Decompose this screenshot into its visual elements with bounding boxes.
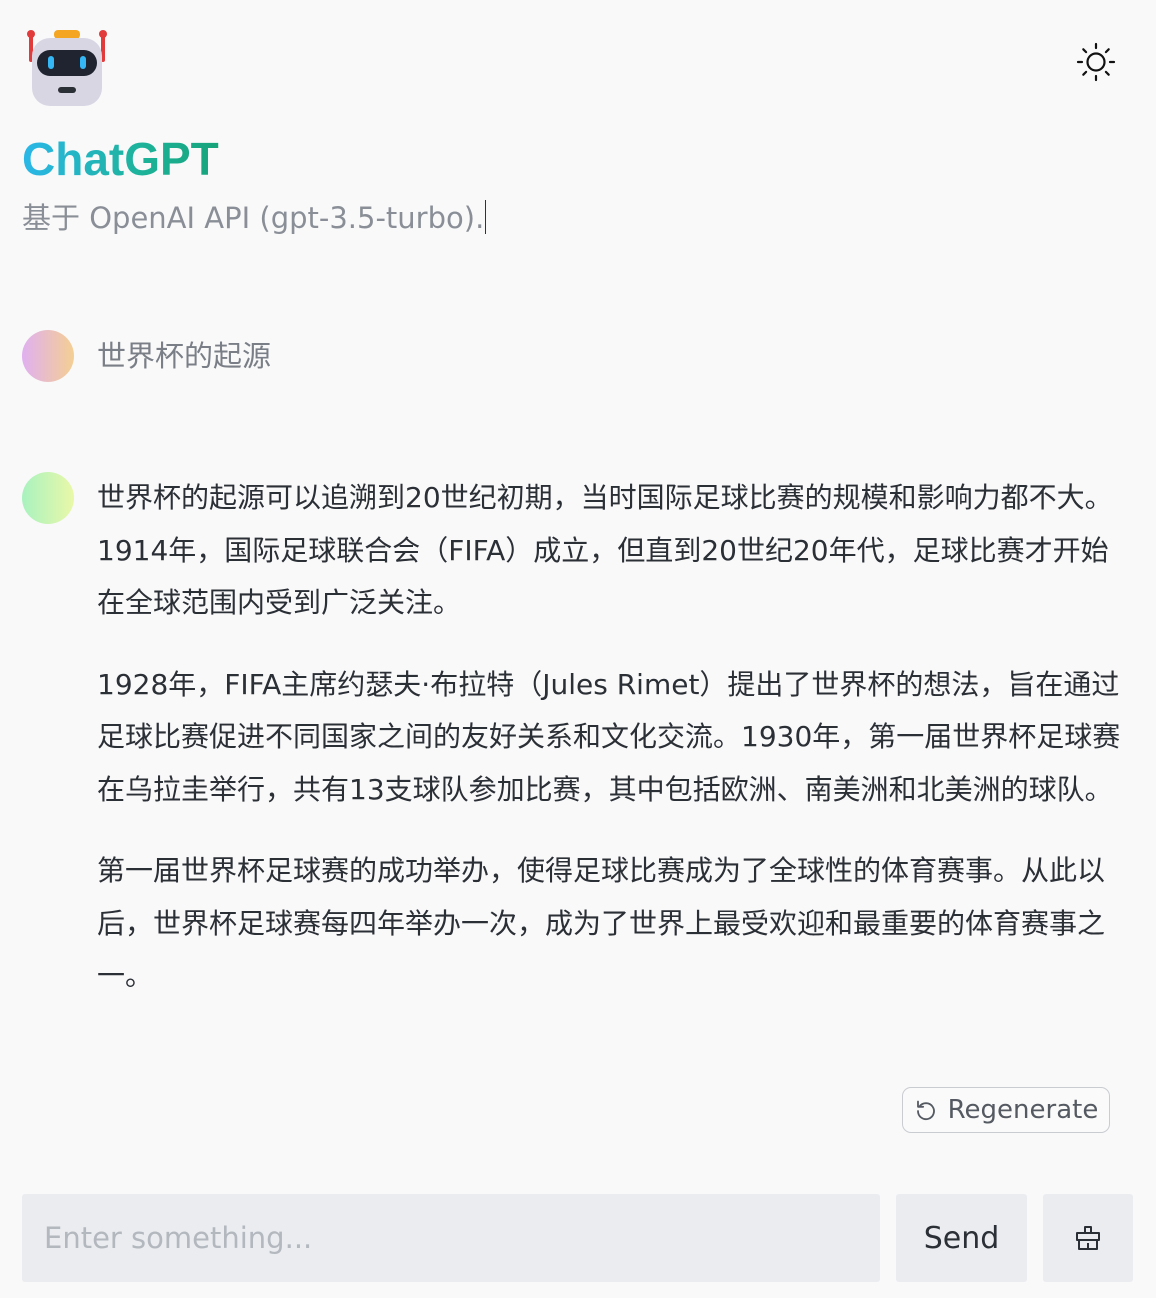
app-subtitle: 基于 OpenAI API (gpt-3.5-turbo). bbox=[22, 198, 487, 238]
assistant-paragraph: 第一届世界杯足球赛的成功举办，使得足球比赛成为了全球性的体育赛事。从此以后，世界… bbox=[97, 854, 1106, 992]
robot-logo-icon bbox=[27, 30, 107, 106]
regenerate-label: Regenerate bbox=[947, 1095, 1099, 1125]
assistant-paragraph: 1928年，FIFA主席约瑟夫·布拉特（Jules Rimet）提出了世界杯的想… bbox=[97, 667, 1121, 806]
sun-icon[interactable] bbox=[1074, 40, 1118, 84]
chat-page: ChatGPT 基于 OpenAI API (gpt-3.5-turbo). 世… bbox=[0, 0, 1156, 1298]
assistant-avatar bbox=[22, 472, 74, 524]
broom-icon bbox=[1076, 1226, 1100, 1250]
user-message: 世界杯的起源 bbox=[97, 339, 272, 373]
user-avatar bbox=[22, 330, 74, 382]
refresh-icon bbox=[916, 1100, 935, 1121]
message-input[interactable] bbox=[22, 1194, 880, 1282]
send-button[interactable]: Send bbox=[896, 1194, 1027, 1282]
assistant-paragraph: 世界杯的起源可以追溯到20世纪初期，当时国际足球比赛的规模和影响力都不大。191… bbox=[97, 481, 1113, 619]
clear-button[interactable] bbox=[1043, 1194, 1133, 1282]
app-title: ChatGPT bbox=[22, 133, 219, 185]
assistant-message: 世界杯的起源可以追溯到20世纪初期，当时国际足球比赛的规模和影响力都不大。191… bbox=[97, 472, 1133, 1032]
text-caret bbox=[485, 200, 487, 234]
regenerate-button[interactable]: Regenerate bbox=[902, 1087, 1110, 1133]
app-subtitle-text: 基于 OpenAI API (gpt-3.5-turbo). bbox=[22, 201, 485, 235]
